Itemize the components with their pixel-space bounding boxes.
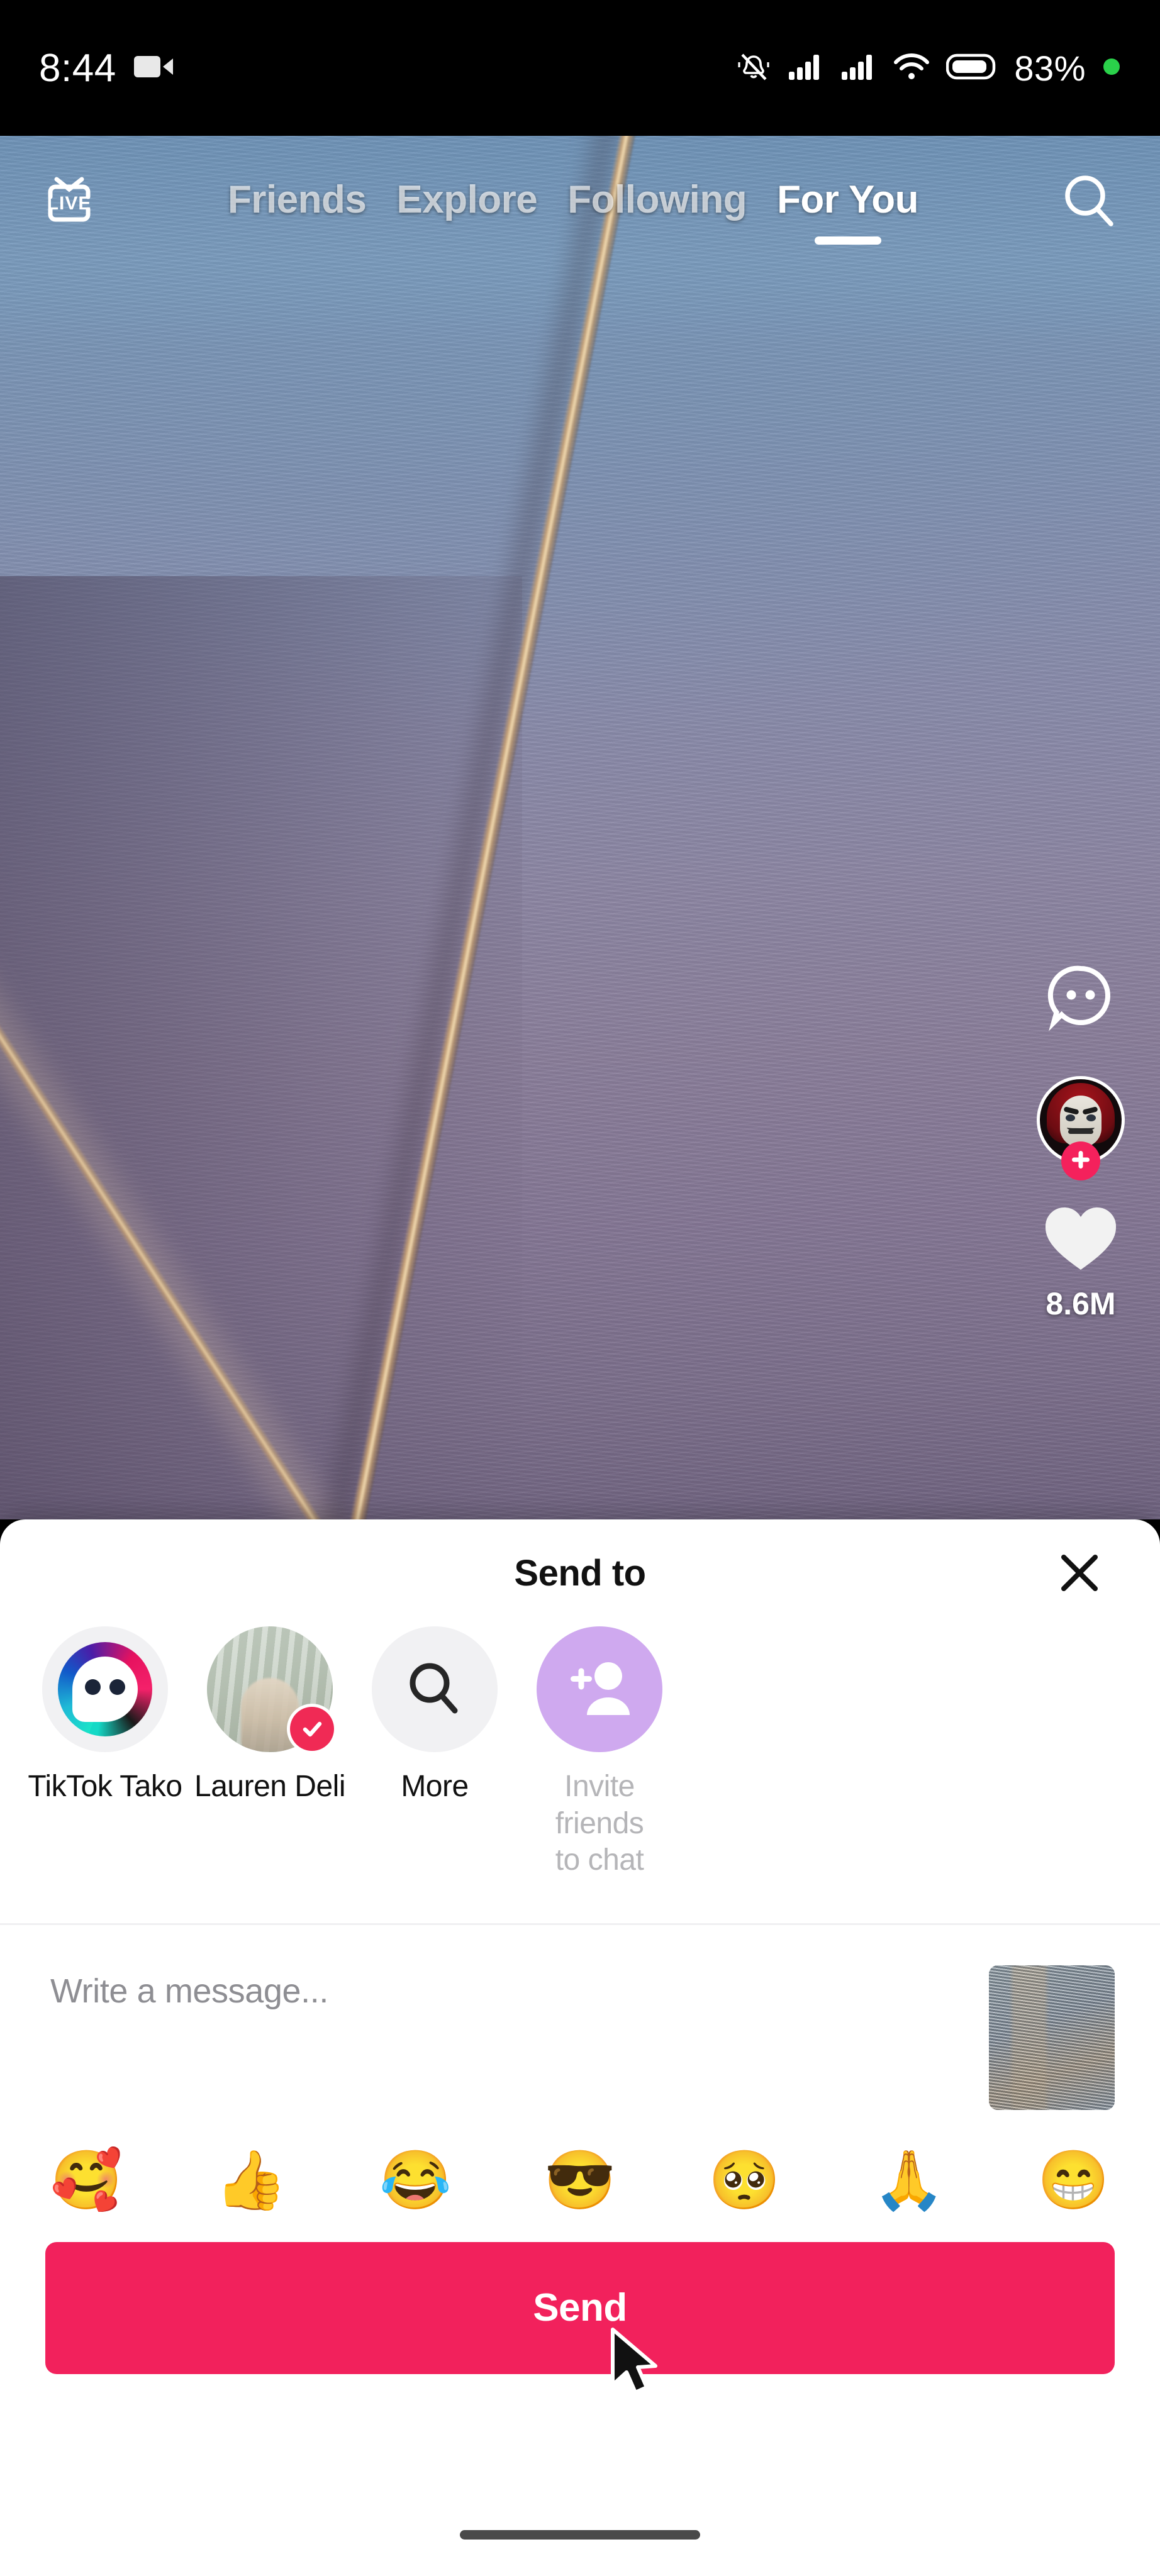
search-icon[interactable]	[1056, 167, 1125, 236]
contact-avatar	[42, 1626, 168, 1752]
tako-eye-left	[85, 1679, 101, 1695]
close-icon[interactable]	[1056, 1549, 1103, 1597]
contact-avatar	[537, 1626, 662, 1752]
like-count: 8.6M	[1046, 1286, 1116, 1321]
follow-button[interactable]	[1061, 1141, 1100, 1180]
like-button[interactable]: 8.6M	[1040, 1202, 1121, 1322]
feed-tabs: Friends Explore Following For You	[91, 177, 1056, 227]
avatar-brow-left	[1063, 1106, 1079, 1115]
send-button-container: Send	[0, 2209, 1160, 2374]
status-bar-left: 8:44	[39, 46, 174, 91]
emoji-pleading-face[interactable]: 🥺	[708, 2151, 781, 2209]
emoji-folded-hands[interactable]: 🙏	[873, 2151, 945, 2209]
share-sheet-header: Send to	[0, 1519, 1160, 1626]
svg-text:LIVE: LIVE	[47, 193, 92, 214]
contact-name: Lauren Deli	[194, 1770, 345, 1803]
more-search-icon	[372, 1626, 498, 1752]
contact-list: TikTok Tako Lauren Deli More Invite frie…	[0, 1626, 1160, 1879]
tab-following[interactable]: Following	[567, 177, 747, 227]
attached-video-thumbnail	[989, 1965, 1115, 2110]
share-sheet: Send to TikTok Tako Lauren Deli More Inv…	[0, 1519, 1160, 2576]
contact-avatar	[207, 1626, 334, 1752]
emoji-smiling-face-with-sunglasses[interactable]: 😎	[544, 2151, 616, 2209]
selected-check-icon	[290, 1707, 334, 1751]
tab-explore[interactable]: Explore	[396, 177, 537, 227]
contact-name: Invite friends to chat	[555, 1770, 644, 1877]
contact-name: More	[401, 1770, 469, 1803]
tab-for-you[interactable]: For You	[777, 177, 918, 227]
emoji-thumbs-up[interactable]: 👍	[215, 2151, 287, 2209]
video-player[interactable]	[0, 136, 1160, 1519]
bell-muted-icon	[736, 49, 771, 87]
avatar-face	[1060, 1096, 1101, 1147]
contact-invite-friends[interactable]: Invite friends to chat	[517, 1626, 682, 1879]
avatar-mouth	[1068, 1130, 1093, 1134]
tako-gradient-ring	[58, 1642, 152, 1736]
avatar[interactable]	[1037, 1076, 1125, 1180]
tako-face	[72, 1657, 138, 1722]
emoji-face-with-tears-of-joy[interactable]: 😂	[379, 2151, 452, 2209]
send-button-label: Send	[533, 2286, 627, 2330]
heart-icon	[1040, 1202, 1121, 1279]
tab-friends[interactable]: Friends	[228, 177, 367, 227]
contact-more[interactable]: More	[352, 1626, 517, 1806]
tako-avatar-icon	[42, 1626, 168, 1752]
contact-tiktok-tako[interactable]: TikTok Tako	[23, 1626, 187, 1806]
status-clock: 8:44	[39, 46, 116, 90]
battery-percent-label: 83%	[1014, 48, 1086, 88]
thumbnail-ripple-texture	[989, 1965, 1115, 2110]
avatar-eye-left	[1066, 1114, 1075, 1121]
invite-person-add-icon	[537, 1626, 662, 1752]
phone-screen: 8:44 83% LIVE Friends Explore Following …	[0, 0, 1160, 2576]
plus-icon	[1069, 1148, 1093, 1175]
emoji-beaming-face[interactable]: 😁	[1037, 2151, 1110, 2209]
green-dot-icon	[1102, 57, 1121, 79]
contact-lauren-deli[interactable]: Lauren Deli	[187, 1626, 352, 1806]
video-action-rail: 8.6M	[1037, 956, 1125, 1322]
video-recording-icon	[133, 53, 174, 84]
signal-1-icon	[788, 52, 824, 84]
comment-bubble-icon	[1041, 956, 1120, 1038]
top-navigation: LIVE Friends Explore Following For You	[0, 136, 1160, 268]
send-button[interactable]: Send	[45, 2241, 1115, 2374]
contact-name: TikTok Tako	[28, 1770, 182, 1803]
status-bar: 8:44 83%	[0, 0, 1160, 136]
share-sheet-title: Send to	[514, 1552, 646, 1594]
message-row: Write a message...	[0, 1925, 1160, 2110]
quick-emoji-row: 🥰 👍 😂 😎 🥺 🙏 😁	[0, 2151, 1160, 2209]
tako-eye-right	[109, 1679, 125, 1695]
emoji-smiling-face-with-hearts[interactable]: 🥰	[50, 2151, 123, 2209]
avatar-eye-right	[1086, 1114, 1096, 1121]
mouse-pointer-icon	[609, 2327, 666, 2403]
avatar-brow-right	[1082, 1106, 1098, 1115]
creator-avatar-button[interactable]	[1037, 1076, 1125, 1180]
home-indicator	[460, 2530, 700, 2540]
signal-2-icon	[840, 52, 877, 84]
battery-icon	[946, 52, 998, 84]
status-bar-right: 83%	[736, 48, 1121, 89]
message-input[interactable]: Write a message...	[50, 1965, 970, 2011]
lauren-avatar-subject	[241, 1678, 299, 1752]
wifi-icon	[893, 52, 930, 84]
contact-avatar	[372, 1626, 498, 1752]
comment-button[interactable]	[1041, 956, 1120, 1038]
